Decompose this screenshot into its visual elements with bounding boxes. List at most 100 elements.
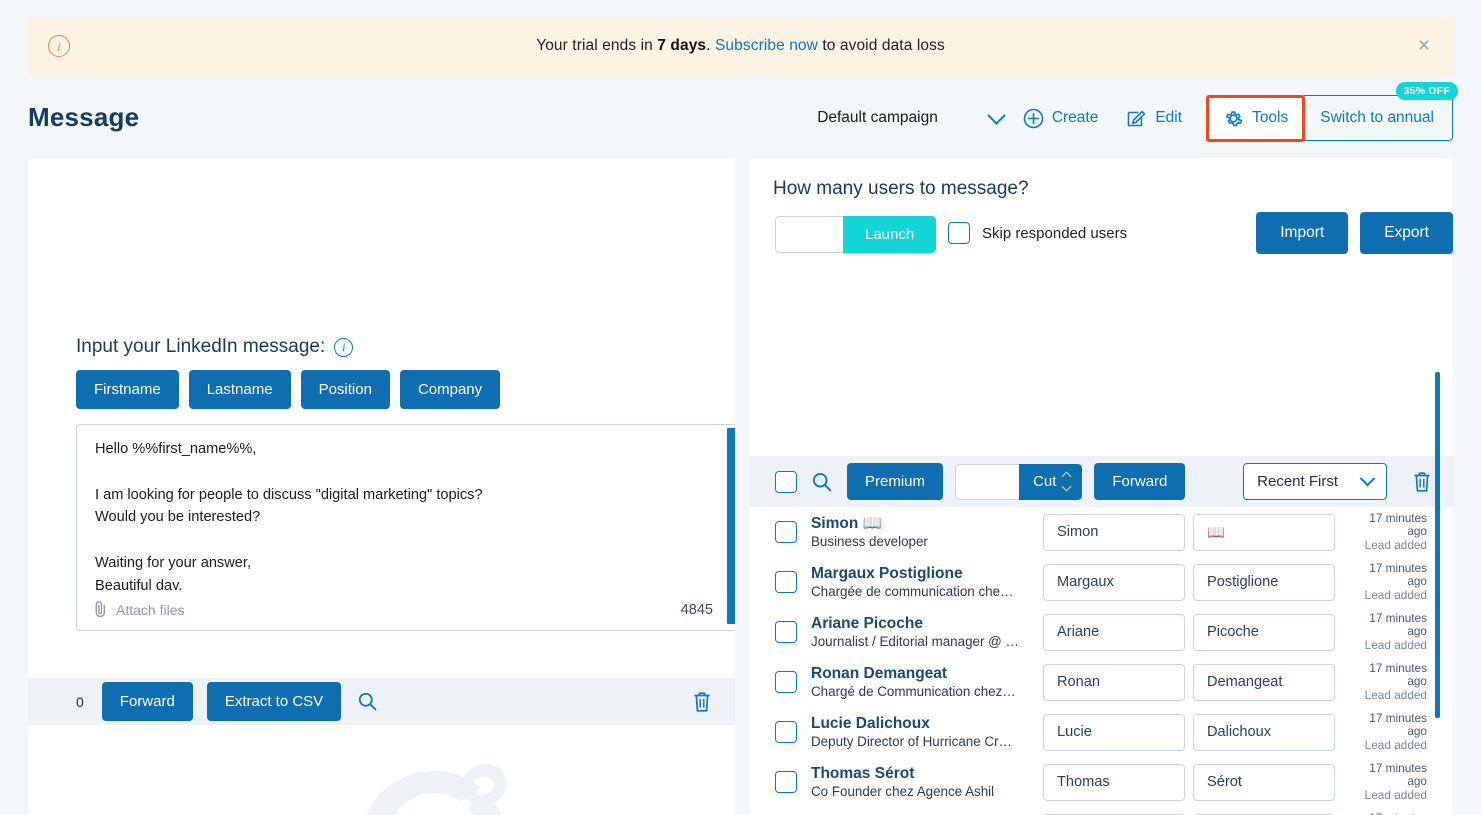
octopus-logo-icon (366, 764, 507, 815)
export-button[interactable]: Export (1360, 212, 1453, 254)
left-panel-title-text: Input your LinkedIn message: (76, 336, 326, 357)
search-icon[interactable] (355, 689, 380, 714)
trial-days: 7 days (657, 37, 707, 54)
firstname-field[interactable]: Lucie (1043, 713, 1185, 751)
lastname-field[interactable]: 📖 (1193, 513, 1335, 551)
user-list: Simon 📖 Business developer Simon 📖 17 mi… (750, 507, 1453, 815)
table-row[interactable]: Thomas Sérot Co Founder chez Agence Ashi… (750, 757, 1453, 807)
token-firstname-button[interactable]: Firstname (76, 370, 179, 409)
create-button[interactable]: Create (1009, 98, 1113, 139)
info-circle-icon[interactable]: i (334, 337, 354, 357)
lastname-field[interactable]: Postiglione (1193, 563, 1335, 601)
trial-text-mid: . (706, 37, 715, 54)
row-checkbox[interactable] (775, 721, 797, 743)
table-row[interactable]: Lucie Dalichoux Deputy Director of Hurri… (750, 707, 1453, 757)
row-checkbox[interactable] (775, 521, 797, 543)
row-identity: Simon 📖 Business developer (811, 515, 1043, 550)
user-count-input[interactable] (775, 216, 843, 253)
table-row[interactable]: Vincent Combescure Global Inside Sales E… (750, 807, 1453, 815)
close-icon[interactable]: × (1413, 35, 1435, 57)
token-buttons: Firstname Lastname Position Company (76, 370, 501, 409)
pencil-square-icon (1126, 108, 1147, 129)
launch-button[interactable]: Launch (843, 216, 937, 253)
users-panel: Premium Cut Forward Recent First Simon 📖… (750, 158, 1453, 815)
forward-button[interactable]: Forward (101, 682, 193, 721)
row-name: Lucie Dalichoux (811, 714, 930, 732)
firstname-field[interactable]: Ronan (1043, 663, 1185, 701)
chevron-down-icon (987, 105, 1006, 125)
campaign-dropdown[interactable]: Default campaign (811, 105, 1009, 127)
row-meta: 17 minutes ago Lead added (1349, 611, 1427, 653)
attach-files-button[interactable]: Attach files (93, 600, 184, 621)
row-meta: 17 minutes ago Lead added (1349, 811, 1427, 815)
table-row[interactable]: Margaux Postiglione Chargée de communica… (750, 557, 1453, 607)
edit-button[interactable]: Edit (1112, 98, 1196, 139)
cut-input[interactable] (955, 463, 1020, 500)
message-textarea[interactable]: Hello %%first_name%%, I am looking for p… (95, 438, 711, 598)
chevron-down-icon (1359, 470, 1376, 487)
gear-icon (1223, 108, 1244, 129)
row-status: Lead added (1364, 787, 1427, 802)
character-count: 4845 (680, 602, 713, 618)
table-row[interactable]: Simon 📖 Business developer Simon 📖 17 mi… (750, 507, 1453, 557)
token-position-button[interactable]: Position (300, 370, 390, 409)
row-subtitle: Chargé de Communication chez… (811, 683, 1016, 699)
lastname-field[interactable]: Sérot (1193, 763, 1335, 801)
row-status: Lead added (1364, 587, 1427, 602)
firstname-field[interactable]: Thomas (1043, 763, 1185, 801)
selected-count: 0 (76, 693, 84, 710)
lastname-field[interactable]: Picoche (1193, 613, 1335, 651)
message-textarea-wrapper[interactable]: Hello %%first_name%%, I am looking for p… (76, 424, 735, 631)
select-all-checkbox[interactable] (775, 470, 797, 493)
search-icon[interactable] (809, 469, 835, 495)
table-row[interactable]: Ariane Picoche Journalist / Editorial ma… (750, 607, 1453, 657)
row-name: Simon 📖 (811, 514, 882, 532)
table-row[interactable]: Ronan Demangeat Chargé de Communication … (750, 657, 1453, 707)
row-timestamp: 17 minutes ago (1369, 510, 1427, 539)
row-subtitle: Chargée de communication che… (811, 583, 1014, 599)
brand-watermark (28, 725, 735, 815)
premium-button[interactable]: Premium (847, 463, 944, 500)
message-scrollbar[interactable] (727, 428, 735, 624)
left-panel-title: Input your LinkedIn message: i (76, 336, 354, 358)
trash-icon[interactable] (689, 688, 715, 716)
campaign-name: Default campaign (817, 109, 938, 126)
token-lastname-button[interactable]: Lastname (188, 370, 291, 409)
stepper-icon[interactable] (1061, 471, 1072, 492)
switch-to-annual-label: Switch to annual (1320, 109, 1434, 126)
row-checkbox[interactable] (775, 771, 797, 793)
plus-circle-icon (1023, 108, 1044, 129)
firstname-field[interactable]: Margaux (1043, 563, 1185, 601)
row-checkbox[interactable] (775, 621, 797, 643)
row-checkbox[interactable] (775, 671, 797, 693)
tools-button[interactable]: Tools (1219, 106, 1292, 131)
import-button[interactable]: Import (1256, 212, 1349, 254)
sort-dropdown[interactable]: Recent First (1243, 463, 1387, 500)
token-company-button[interactable]: Company (399, 370, 501, 409)
skip-responded-checkbox[interactable] (948, 222, 970, 244)
row-checkbox[interactable] (775, 571, 797, 593)
row-name: Thomas Sérot (811, 764, 915, 782)
row-identity: Margaux Postiglione Chargée de communica… (811, 565, 1043, 600)
firstname-field[interactable]: Simon (1043, 513, 1185, 551)
row-identity: Ronan Demangeat Chargé de Communication … (811, 665, 1043, 700)
extract-to-csv-button[interactable]: Extract to CSV (206, 682, 342, 721)
forward-button[interactable]: Forward (1094, 463, 1186, 500)
row-subtitle: Business developer (811, 533, 928, 549)
row-timestamp: 17 minutes ago (1349, 811, 1427, 815)
launch-group: Launch (775, 216, 937, 253)
user-list-scrollbar[interactable] (1435, 372, 1440, 718)
lastname-field[interactable]: Demangeat (1193, 663, 1335, 701)
cut-label: Cut (1033, 473, 1057, 490)
cut-button[interactable]: Cut (1019, 463, 1083, 500)
subscribe-now-link[interactable]: Subscribe now (715, 37, 818, 54)
row-meta: 17 minutes ago Lead added (1349, 711, 1427, 753)
cut-group: Cut (955, 463, 1083, 500)
row-timestamp: 17 minutes ago (1369, 760, 1427, 789)
trash-icon[interactable] (1409, 468, 1435, 496)
firstname-field[interactable]: Ariane (1043, 613, 1185, 651)
lastname-field[interactable]: Dalichoux (1193, 713, 1335, 751)
tools-label: Tools (1252, 109, 1289, 126)
switch-to-annual-button[interactable]: 35% OFF Switch to annual (1301, 82, 1458, 141)
row-name: Margaux Postiglione (811, 564, 963, 582)
